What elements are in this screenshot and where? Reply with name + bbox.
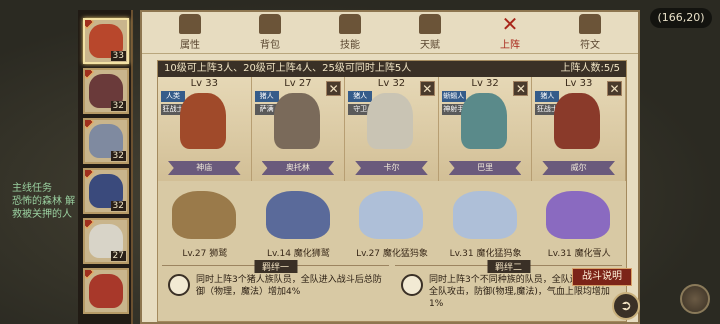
party-slot[interactable]: 27 [83, 218, 129, 264]
mount-label: Lv.14 魔化狮鹫 [266, 249, 330, 259]
mount-label: Lv.31 魔化雪人 [547, 249, 611, 259]
hero-tag: 猪人 [254, 91, 279, 102]
remove-hero-button[interactable]: ✕ [606, 81, 622, 96]
character-panel: 属性 背包 技能 天赋 ✕ 上阵 符文 10级可上阵3人、20级可上阵4人、25级可同时上阵… [140, 10, 640, 324]
mount-label: Lv.27 狮鹫 [182, 249, 228, 259]
hero-card[interactable]: Lv 32 蜥蜴人 神射手 ✕ 巴里 [438, 77, 533, 181]
party-slot[interactable]: 32 [83, 118, 129, 164]
tab-label: 属性 [180, 40, 200, 51]
hero-name: 奥托林 [261, 161, 335, 175]
hero-name: 巴里 [448, 161, 522, 175]
hero-level: Lv 33 [190, 78, 218, 89]
mount-sprite [452, 191, 517, 239]
tab-icon [259, 14, 281, 34]
party-slot-level: 32 [110, 101, 126, 111]
bond-text: 同时上阵3个猪人族队员，全队进入战斗后总防御（物理，魔法）增加4% [196, 275, 382, 297]
tab-label: 背包 [260, 40, 280, 51]
tab-bar: 属性 背包 技能 天赋 ✕ 上阵 符文 [142, 12, 638, 54]
hero-sprite [367, 93, 414, 149]
mount-label: Lv.31 魔化猛犸象 [449, 249, 522, 259]
tab-icon [579, 14, 601, 34]
tab-label: 天赋 [420, 40, 440, 51]
tab-label: 技能 [340, 40, 360, 51]
hero-row: Lv 33 人类 狂战士 神庙 Lv 27 猪人 萨满 ✕ 奥托林 Lv 32 猪人 守卫 ✕ 卡尔 Lv … [158, 77, 626, 181]
remove-hero-button[interactable]: ✕ [419, 81, 435, 96]
party-slot-level: 32 [110, 201, 126, 211]
quest-label: 主线任务 [12, 183, 52, 194]
mount-sprite [546, 191, 611, 239]
map-action-button[interactable] [680, 284, 710, 314]
bond-title: 羁绊二 [486, 260, 531, 273]
party-column: 33 32 32 32 27 [78, 10, 133, 324]
mount-label: Lv.27 魔化猛犸象 [356, 249, 428, 259]
mount-sprite [359, 191, 424, 239]
bond-card: 羁绊一同时上阵3个猪人族队员，全队进入战斗后总防御（物理，魔法）增加4% [162, 260, 389, 321]
deploy-count: 上阵人数:5/5 [560, 63, 620, 74]
hero-portrait [89, 274, 123, 308]
party-slot-level: 33 [110, 51, 126, 61]
tab-label: 上阵 [500, 40, 520, 51]
party-slot[interactable]: 32 [83, 168, 129, 214]
hero-tag: 人类 [161, 91, 185, 102]
party-slot-level: 27 [110, 251, 126, 261]
mount-card[interactable]: Lv.31 魔化雪人 [532, 183, 626, 261]
mount-card[interactable]: Lv.27 狮鹫 [158, 183, 252, 261]
quest-text: 恐怖的森林 解救被关押的人 [12, 196, 76, 220]
tab-2[interactable]: 技能 [321, 12, 379, 54]
bond-row: 羁绊一同时上阵3个猪人族队员，全队进入战斗后总防御（物理，魔法）增加4% 羁绊二同… [158, 260, 626, 321]
party-slot-level: 32 [110, 151, 126, 161]
tab-label: 符文 [580, 40, 600, 51]
rule-bar: 10级可上阵3人、20级可上阵4人、25级可同时上阵5人 上阵人数:5/5 [158, 61, 626, 77]
hero-tag: 蜥蜴人 [441, 91, 466, 102]
hero-name: 神庙 [168, 161, 241, 175]
quest-panel[interactable]: 主线任务 恐怖的森林 解救被关押的人 [12, 182, 82, 221]
coordinates-readout: (166,20) [650, 8, 712, 28]
hero-tag: 猪人 [535, 91, 560, 102]
hero-name: 威尔 [542, 161, 615, 175]
tab-1[interactable]: 背包 [241, 12, 299, 54]
tab-icon [339, 14, 361, 34]
mount-card[interactable]: Lv.31 魔化猛犸象 [439, 183, 533, 261]
hero-name: 卡尔 [355, 161, 428, 175]
hero-sprite [273, 93, 320, 149]
tab-3[interactable]: 天赋 [401, 12, 459, 54]
hero-card[interactable]: Lv 33 猪人 狂战士 ✕ 威尔 [532, 77, 626, 181]
tab-4[interactable]: ✕ 上阵 [481, 12, 539, 54]
hero-sprite [554, 93, 601, 149]
party-slot[interactable] [83, 268, 129, 314]
remove-hero-button[interactable]: ✕ [326, 81, 342, 96]
mount-card[interactable]: Lv.27 魔化猛犸象 [345, 183, 439, 261]
hero-tag: 猪人 [348, 91, 373, 102]
battle-info-button[interactable]: 战斗说明 [572, 268, 632, 286]
party-slot[interactable]: 33 [83, 18, 129, 64]
hero-sprite [460, 93, 507, 149]
mount-sprite [172, 191, 236, 239]
party-slot[interactable]: 32 [83, 68, 129, 114]
rule-text: 10级可上阵3人、20级可上阵4人、25级可同时上阵5人 [164, 63, 412, 74]
hero-card[interactable]: Lv 27 猪人 萨满 ✕ 奥托林 [251, 77, 346, 181]
deploy-content: 10级可上阵3人、20级可上阵4人、25级可同时上阵5人 上阵人数:5/5 Lv… [157, 60, 627, 322]
remove-hero-button[interactable]: ✕ [513, 81, 529, 96]
tab-icon [419, 14, 441, 34]
hero-sprite [180, 93, 226, 149]
hero-card[interactable]: Lv 33 人类 狂战士 神庙 [158, 77, 252, 181]
bond-emblem-icon [401, 274, 423, 296]
tab-icon: ✕ [501, 12, 519, 36]
tab-5[interactable]: 符文 [561, 12, 619, 54]
bond-emblem-icon [168, 274, 190, 296]
back-arrow-icon[interactable]: ➲ [612, 292, 640, 320]
bond-title: 羁绊一 [253, 260, 298, 273]
mount-row: Lv.27 狮鹫 Lv.14 魔化狮鹫 Lv.27 魔化猛犸象 Lv.31 魔化猛犸象… [158, 183, 626, 261]
mount-card[interactable]: Lv.14 魔化狮鹫 [252, 183, 346, 261]
mount-sprite [265, 191, 330, 239]
tab-0[interactable]: 属性 [161, 12, 219, 54]
tab-icon [179, 14, 201, 34]
hero-card[interactable]: Lv 32 猪人 守卫 ✕ 卡尔 [345, 77, 439, 181]
